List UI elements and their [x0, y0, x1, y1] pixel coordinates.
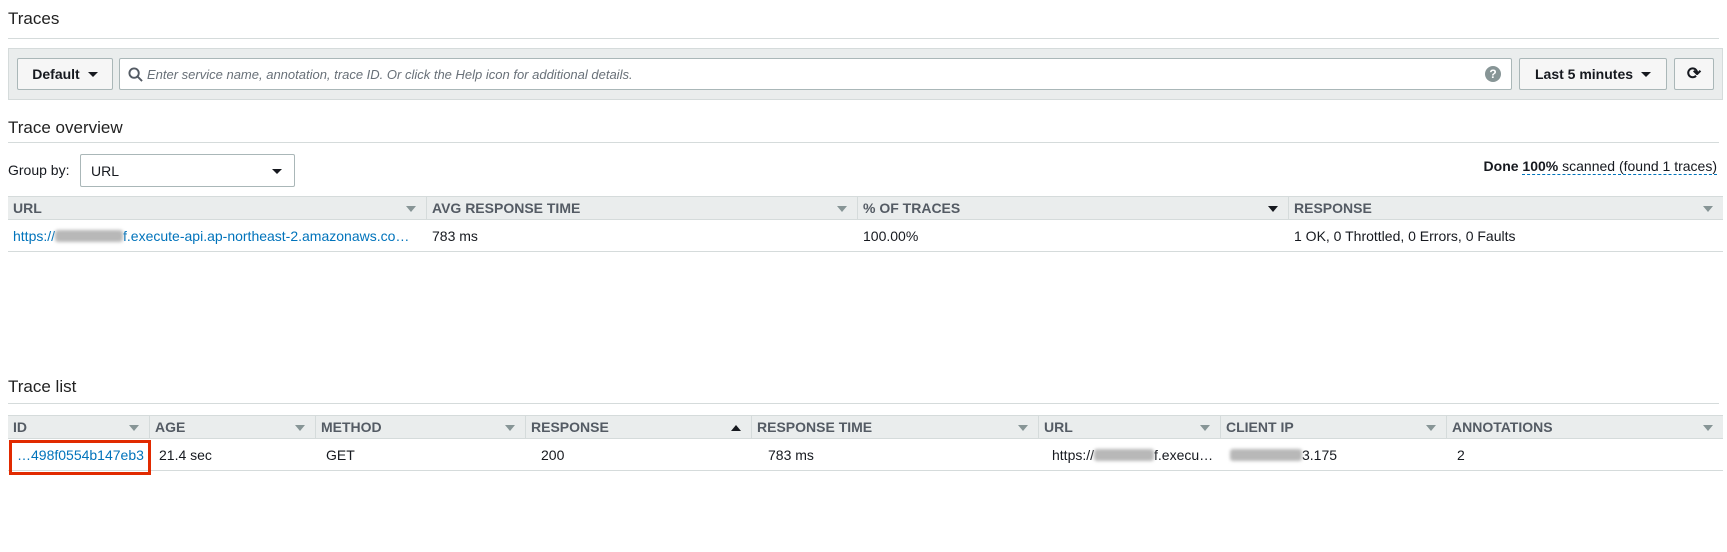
client-ip-suffix: 3.175: [1302, 447, 1338, 463]
caret-down-icon: [272, 169, 282, 174]
group-select-label: Default: [32, 66, 80, 82]
refresh-button[interactable]: ⟳: [1674, 58, 1714, 90]
url-cell: https:// f.execu…: [1039, 439, 1221, 471]
time-range-button[interactable]: Last 5 minutes: [1519, 58, 1667, 90]
refresh-icon: ⟳: [1686, 64, 1702, 83]
sort-icon: [1703, 206, 1713, 212]
method-cell: GET: [326, 447, 355, 463]
client-ip-cell: 3.175: [1221, 439, 1447, 471]
section-title-trace-list: Trace list: [8, 377, 77, 396]
sort-icon: [837, 206, 847, 212]
url-suffix: f.execu…: [1154, 447, 1214, 463]
overview-table-header: URL AVG RESPONSE TIME % OF TRACES RESPON…: [8, 196, 1723, 220]
trace-id: …498f0554b147eb3: [17, 447, 144, 463]
search-icon: [128, 66, 143, 82]
group-by-value: URL: [91, 162, 120, 179]
column-header-label: AGE: [155, 419, 186, 435]
avg-response-time-cell: 783 ms: [432, 228, 478, 244]
percent-traces-cell: 100.00%: [863, 228, 919, 244]
section-title-overview: Trace overview: [8, 118, 123, 137]
column-header-response-time[interactable]: RESPONSE TIME: [752, 416, 1039, 438]
scan-status-detail[interactable]: 100% scanned (found 1 traces): [1522, 158, 1717, 175]
sort-ascending-icon: [731, 425, 741, 431]
scan-status-text: scanned (found 1 traces): [1562, 158, 1717, 174]
trace-id-link[interactable]: …498f0554b147eb3: [8, 439, 150, 471]
column-header-age[interactable]: AGE: [150, 416, 316, 438]
column-header-percent-of-traces[interactable]: % OF TRACES: [858, 197, 1289, 219]
trace-list-table: ID AGE METHOD RESPONSE RESPONSE TIME URL…: [8, 415, 1723, 471]
column-header-id[interactable]: ID: [8, 416, 150, 438]
column-header-label: AVG RESPONSE TIME: [432, 200, 581, 216]
column-header-client-ip[interactable]: CLIENT IP: [1221, 416, 1447, 438]
column-header-label: METHOD: [321, 419, 382, 435]
trace-list-header: ID AGE METHOD RESPONSE RESPONSE TIME URL…: [8, 415, 1723, 439]
column-header-label: RESPONSE TIME: [757, 419, 873, 435]
column-header-label: ANNOTATIONS: [1452, 419, 1553, 435]
divider: [8, 38, 1719, 39]
column-header-response[interactable]: RESPONSE: [1289, 197, 1723, 219]
page-title: Traces: [8, 9, 60, 28]
sort-icon: [295, 425, 305, 431]
column-header-label: CLIENT IP: [1226, 419, 1294, 435]
table-row[interactable]: …498f0554b147eb3 21.4 sec GET 200 783 ms…: [8, 439, 1723, 471]
group-select-button[interactable]: Default: [17, 58, 113, 90]
divider: [8, 142, 1719, 143]
caret-down-icon: [87, 71, 98, 77]
annotations-cell: 2: [1457, 447, 1465, 463]
url-suffix: f.execute-api.ap-northeast-2.amazonaws.c…: [123, 228, 410, 244]
sort-icon: [1200, 425, 1210, 431]
divider: [8, 403, 1719, 404]
scan-status-percent: 100%: [1522, 158, 1559, 174]
response-time-cell: 783 ms: [768, 447, 814, 463]
column-header-label: URL: [13, 200, 42, 216]
column-header-label: ID: [13, 419, 27, 435]
url-prefix: https://: [1052, 447, 1095, 463]
group-by-select[interactable]: URL: [80, 154, 295, 187]
column-header-label: URL: [1044, 419, 1073, 435]
search-bar[interactable]: ?: [119, 58, 1512, 90]
column-header-label: RESPONSE: [531, 419, 609, 435]
table-row[interactable]: https:// f.execute-api.ap-northeast-2.ama…: [8, 220, 1723, 252]
group-by-label: Group by:: [8, 162, 70, 178]
column-header-response[interactable]: RESPONSE: [526, 416, 752, 438]
filter-toolbar: Default ? Last 5 minutes ⟳: [8, 48, 1723, 100]
age-cell: 21.4 sec: [159, 447, 212, 463]
sort-icon: [505, 425, 515, 431]
response-cell: 200: [541, 447, 565, 463]
time-range-label: Last 5 minutes: [1534, 66, 1634, 82]
column-header-method[interactable]: METHOD: [316, 416, 526, 438]
response-cell: 1 OK, 0 Throttled, 0 Errors, 0 Faults: [1294, 228, 1516, 244]
scan-status-done: Done: [1483, 158, 1519, 174]
column-header-annotations[interactable]: ANNOTATIONS: [1447, 416, 1723, 438]
column-header-label: % OF TRACES: [863, 200, 961, 216]
url-link[interactable]: https:// f.execute-api.ap-northeast-2.ama…: [8, 220, 427, 252]
sort-icon: [406, 206, 416, 212]
redacted-text: [1230, 449, 1302, 461]
help-icon[interactable]: ?: [1485, 66, 1501, 82]
sort-icon: [129, 425, 139, 431]
overview-table: URL AVG RESPONSE TIME % OF TRACES RESPON…: [8, 196, 1723, 252]
search-input[interactable]: [143, 60, 1485, 88]
sort-icon: [1018, 425, 1028, 431]
redacted-text: [55, 230, 124, 242]
url-prefix: https://: [13, 228, 56, 244]
sort-icon: [1426, 425, 1436, 431]
redacted-text: [1094, 449, 1155, 461]
column-header-label: RESPONSE: [1294, 200, 1372, 216]
scan-status: Done 100% scanned (found 1 traces): [1483, 158, 1717, 175]
sort-icon: [1703, 425, 1713, 431]
column-header-url[interactable]: URL: [8, 197, 427, 219]
column-header-avg-response-time[interactable]: AVG RESPONSE TIME: [427, 197, 858, 219]
caret-down-icon: [1641, 71, 1652, 77]
sort-icon: [1268, 206, 1278, 212]
column-header-url[interactable]: URL: [1039, 416, 1221, 438]
